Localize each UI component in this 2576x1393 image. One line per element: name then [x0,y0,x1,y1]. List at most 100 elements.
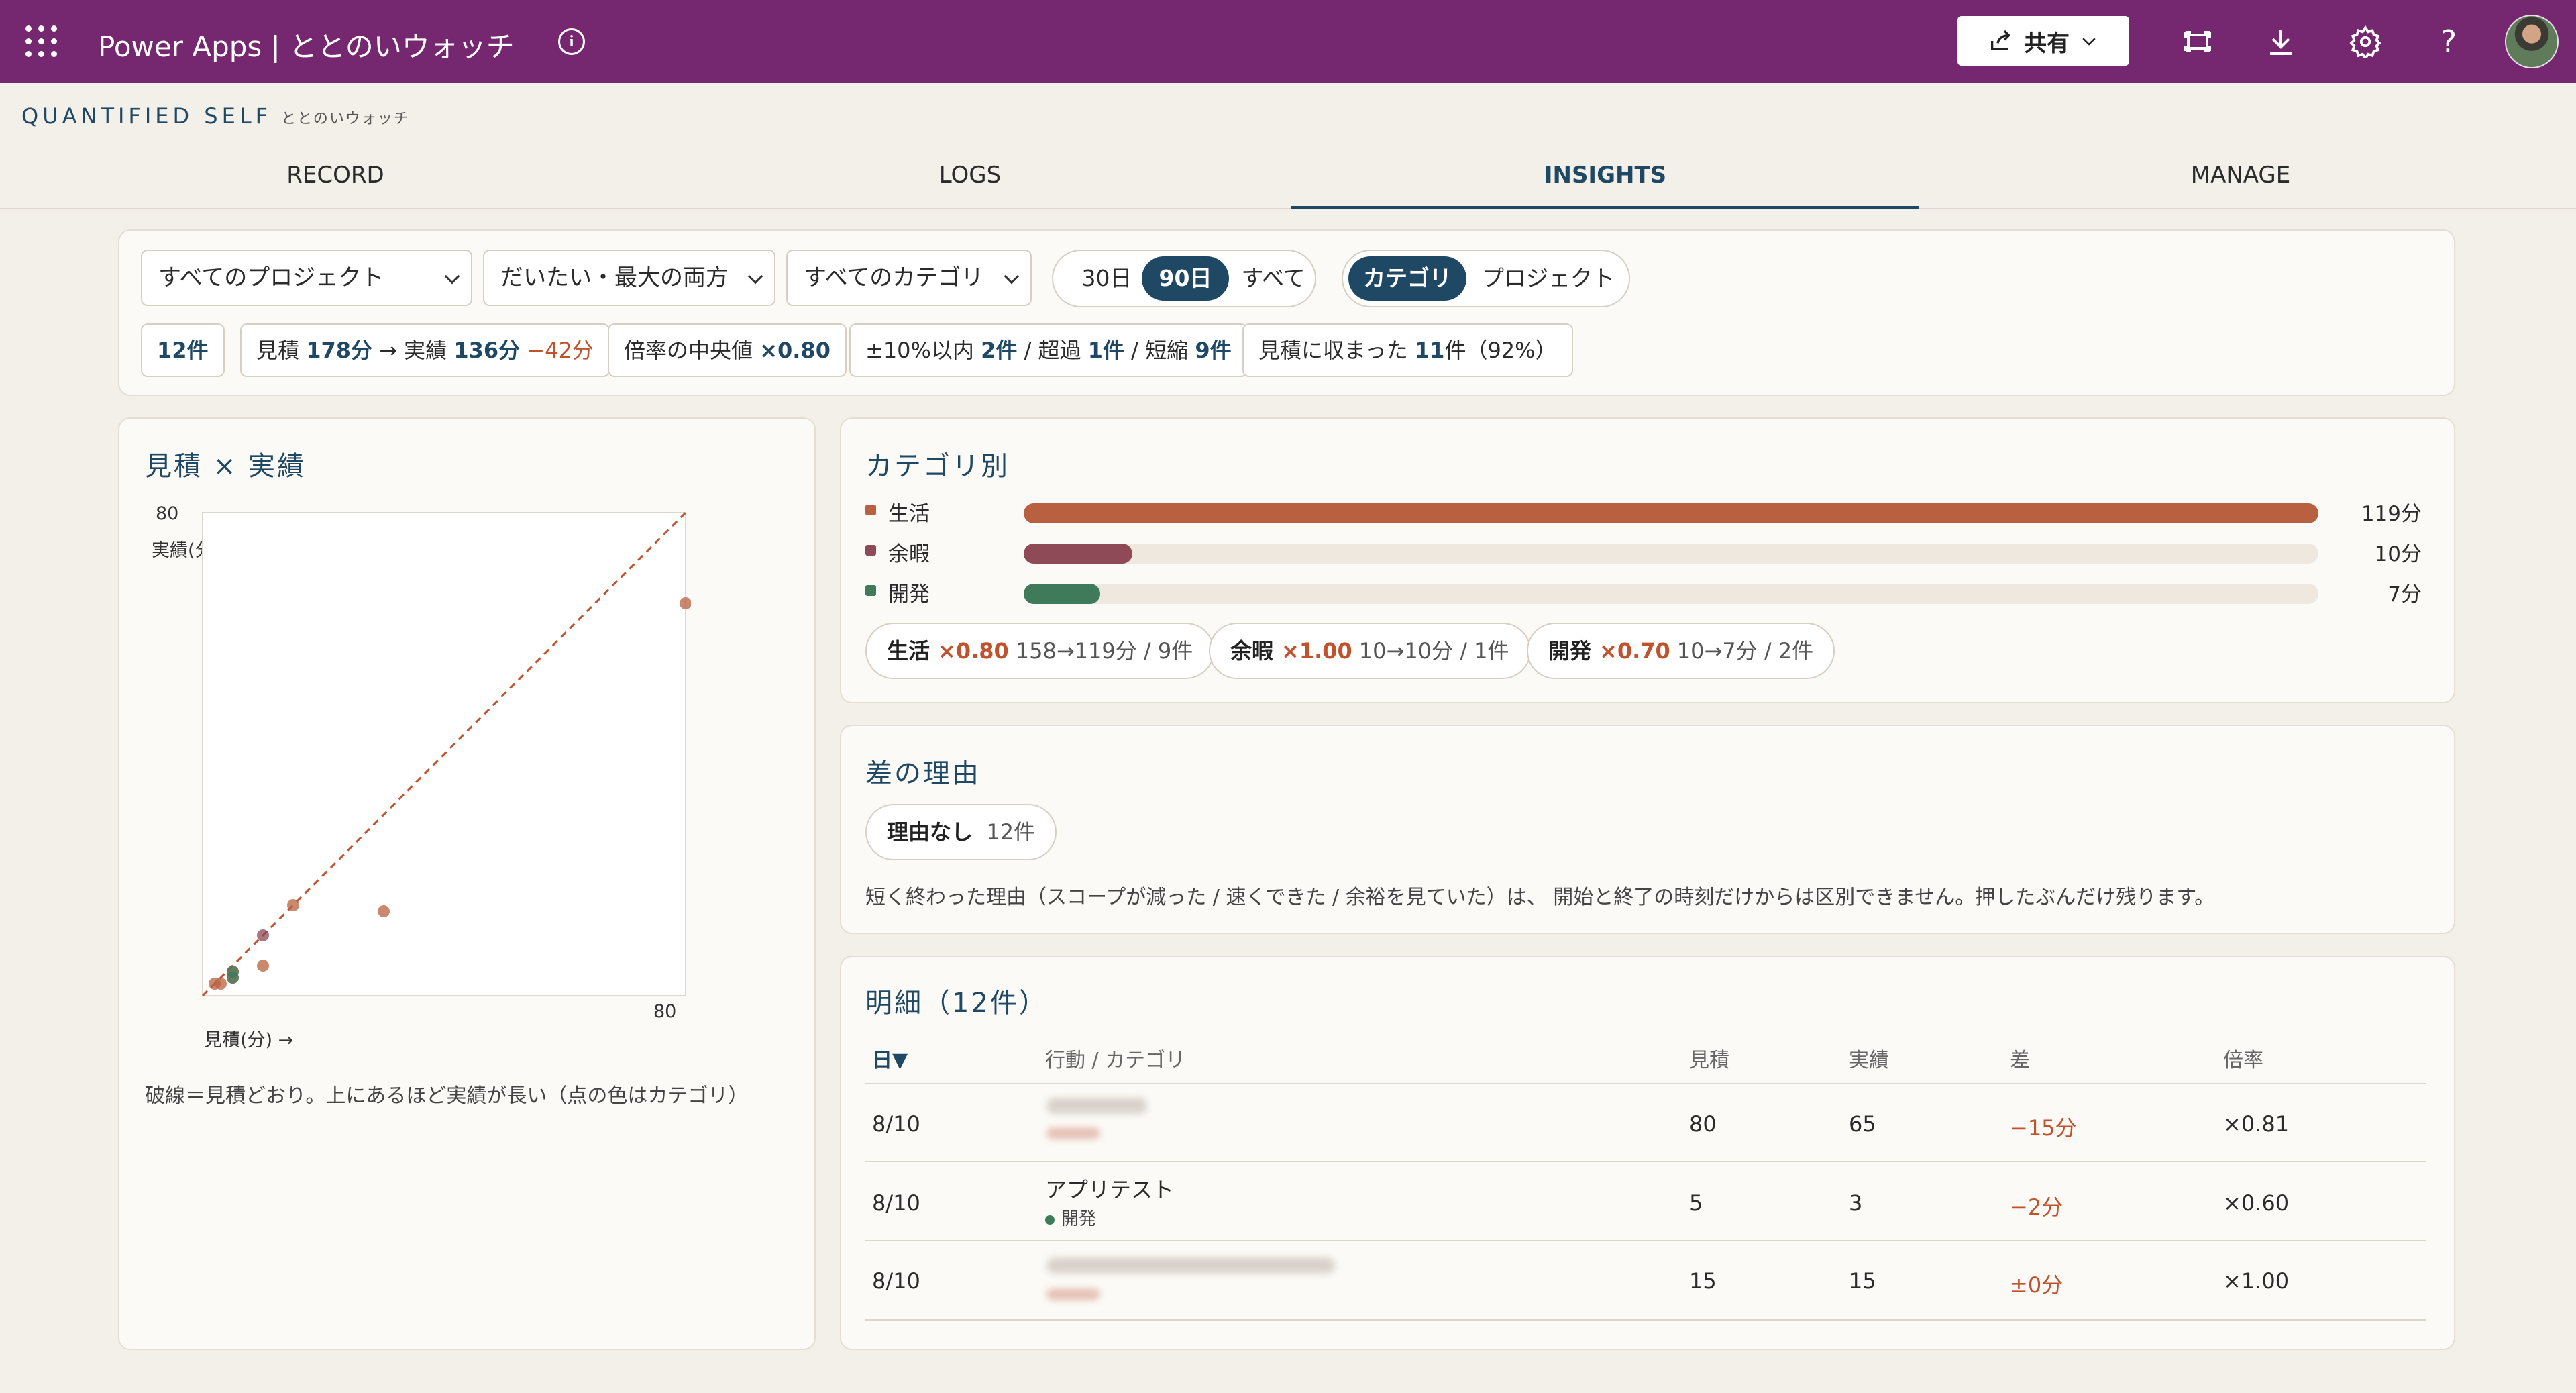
chevron-down-icon [444,268,460,285]
tab-insights[interactable]: INSIGHTS [1291,152,1919,209]
download-icon[interactable] [2263,24,2298,59]
app-title: Power Apps | ととのいウォッチ [98,30,515,63]
tab-record[interactable]: RECORD [21,152,649,209]
category-value: 119分 [2361,502,2422,526]
category-name: 余暇 [888,542,930,566]
category-bar-track [1024,544,2318,564]
scatter-point [287,899,299,911]
row2-date: 8/10 [872,1190,920,1216]
brand: QUANTIFIED SELF ととのいウォッチ [21,103,410,129]
category-dot [865,505,876,515]
category-select-value: すべてのカテゴリ [804,264,984,291]
waffle-icon[interactable] [25,25,58,58]
reason-note: 短く終わった理由（スコープが減った / 速くできた / 余裕を見ていた）は、 開… [865,886,2215,909]
stat-distribution: ±10%以内 2件 / 超過 1件 / 短縮 9件 [849,323,1248,377]
range-30d[interactable]: 30日 [1064,256,1150,301]
project-select[interactable]: すべてのプロジェクト [141,250,472,306]
tab-logs[interactable]: LOGS [656,152,1284,209]
stat-within-label: ±10%以内 [865,338,974,363]
stat-est-value: 178分 [306,338,372,363]
pill-mult: ×0.70 [1599,638,1670,664]
column-diff[interactable]: 差 [2010,1043,2030,1073]
category-select[interactable]: すべてのカテゴリ [786,250,1032,306]
scatter-title: 見積 × 実績 [145,451,306,482]
range-90d[interactable]: 90日 [1142,256,1229,301]
tab-manage[interactable]: MANAGE [1927,152,2555,209]
reason-pill-name: 理由なし [887,819,973,845]
row3-ratio: ×1.00 [2223,1268,2290,1294]
help-icon[interactable]: ? [2431,23,2466,60]
fit-screen-icon[interactable] [2180,24,2215,59]
stat-act-label: 実績 [404,338,447,363]
stat-short-value: 9件 [1195,338,1232,363]
column-actual[interactable]: 実績 [1849,1043,1889,1073]
column-action[interactable]: 行動 / カテゴリ [1045,1043,1185,1073]
stat-short-label: / 短縮 [1131,338,1189,363]
scatter-point [257,960,269,972]
column-ratio[interactable]: 倍率 [2223,1043,2263,1073]
info-icon[interactable]: i [558,28,585,55]
row3-action-redacted [1046,1257,1335,1274]
stat-act-value: 136分 [453,338,521,363]
category-value: 10分 [2374,542,2422,566]
row2-diff: −2分 [2010,1194,2063,1220]
row1-diff: −15分 [2010,1115,2077,1141]
row1-date: 8/10 [872,1111,920,1137]
stat-fit-label: 見積に収まった [1258,338,1408,363]
row3-diff: ±0分 [2010,1272,2063,1298]
gear-icon[interactable] [2348,24,2383,59]
brand-subtitle: ととのいウォッチ [281,111,410,127]
chevron-down-icon [1004,268,1020,285]
pill-name: 余暇 [1230,638,1274,664]
stat-median-label: 倍率の中央値 [624,338,753,363]
category-row: 生活 119分 [865,494,2422,527]
row2-category-label: 開発 [1061,1209,1097,1229]
group-project[interactable]: プロジェクト [1474,256,1622,301]
stat-fit: 見積に収まった 11件（92%） [1242,323,1573,377]
scatter-point [257,929,269,941]
share-button[interactable]: 共有 [1957,16,2129,66]
category-row: 開発 7分 [865,574,2422,608]
divider [865,1240,2426,1241]
row3-date: 8/10 [872,1268,920,1294]
category-pill-dev: 開発 ×0.70 10→7分 / 2件 [1527,623,1835,679]
share-icon [1991,30,2011,50]
stat-est-label: 見積 [256,338,300,363]
mode-select[interactable]: だいたい・最大の両方 [483,250,775,306]
divider [865,1319,2426,1321]
pill-detail: 158→119分 / 9件 [1015,638,1193,664]
range-all[interactable]: すべて [1233,256,1313,301]
reason-title: 差の理由 [865,758,981,789]
x-max-label: 80 [653,1001,677,1022]
group-category[interactable]: カテゴリ [1348,256,1466,301]
scatter-point [378,905,390,917]
stat-count-value: 12件 [157,338,209,363]
group-toggle: カテゴリ プロジェクト [1342,250,1630,307]
avatar[interactable] [2505,15,2559,68]
category-name: 開発 [888,582,930,607]
stat-diff: −42分 [527,338,594,363]
category-row: 余暇 10分 [865,534,2422,568]
row2-actual: 3 [1849,1190,1863,1216]
brand-title: QUANTIFIED SELF [21,103,272,129]
scatter-plot [201,511,691,997]
category-bar-fill [1024,544,1133,564]
reason-pill: 理由なし 12件 [865,804,1057,860]
category-dot [865,545,876,556]
pill-detail: 10→10分 / 1件 [1358,638,1509,664]
row3-category-redacted [1046,1288,1100,1300]
share-label: 共有 [2024,30,2070,57]
top-bar: Power Apps | ととのいウォッチ i 共有 ? [0,0,2576,83]
pill-mult: ×1.00 [1281,638,1352,664]
column-date[interactable]: 日▼ [872,1043,908,1073]
project-select-value: すべてのプロジェクト [158,264,384,291]
x-axis-label: 見積(分) → [204,1030,294,1051]
category-dot [865,585,876,596]
category-bar-fill [1024,584,1100,604]
row2-estimate: 5 [1689,1190,1703,1216]
category-bar-track [1024,584,2318,604]
category-value: 7分 [2387,582,2422,607]
column-estimate[interactable]: 見積 [1689,1043,1729,1073]
tab-bar: RECORD LOGS INSIGHTS MANAGE [0,152,2576,209]
stat-count: 12件 [141,323,225,377]
